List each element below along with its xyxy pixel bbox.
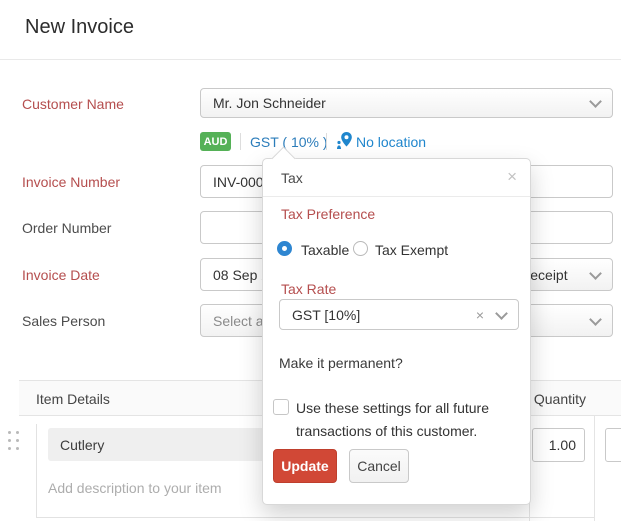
header-divider (0, 59, 621, 60)
order-number-label: Order Number (22, 220, 111, 236)
taxable-radio[interactable] (277, 241, 292, 256)
currency-badge: AUD (200, 132, 231, 151)
customer-name-value: Mr. Jon Schneider (213, 95, 326, 111)
tax-rate-select[interactable]: GST [10%] × (279, 299, 519, 330)
permanent-heading: Make it permanent? (279, 355, 403, 371)
tax-rate-label: Tax Rate (281, 281, 336, 297)
chevron-down-icon (589, 95, 602, 108)
item-details-header: Item Details (36, 391, 110, 407)
row-border (36, 517, 594, 518)
clear-icon[interactable]: × (476, 306, 484, 324)
quantity-input[interactable]: 1.00 (532, 428, 585, 462)
tax-link[interactable]: GST ( 10% ) (250, 134, 328, 150)
customer-name-select[interactable]: Mr. Jon Schneider (200, 88, 613, 118)
item-description-input[interactable]: Add description to your item (48, 480, 222, 496)
permanent-checkbox[interactable] (273, 399, 289, 415)
chevron-down-icon (589, 267, 602, 280)
popup-title: Tax (281, 170, 303, 186)
tax-exempt-radio-label[interactable]: Tax Exempt (375, 242, 448, 258)
tax-popup: Tax × Tax Preference Taxable Tax Exempt … (262, 158, 531, 505)
quantity-value: 1.00 (549, 437, 576, 453)
invoice-date-label: Invoice Date (22, 267, 100, 283)
new-invoice-page: New Invoice Customer Name Mr. Jon Schnei… (0, 0, 621, 521)
tax-exempt-radio[interactable] (353, 241, 368, 256)
invoice-number-label: Invoice Number (22, 174, 120, 190)
row-border (36, 424, 37, 517)
close-icon[interactable]: × (507, 168, 517, 185)
update-button[interactable]: Update (273, 449, 337, 483)
customer-name-label: Customer Name (22, 96, 124, 112)
divider (326, 133, 327, 150)
permanent-checkbox-label[interactable]: Use these settings for all future transa… (296, 397, 516, 443)
page-title: New Invoice (25, 16, 134, 39)
column-divider (594, 416, 595, 521)
item-name-value: Cutlery (60, 437, 104, 453)
taxable-radio-label[interactable]: Taxable (301, 242, 349, 258)
location-pin-icon (336, 131, 353, 153)
tax-rate-value: GST [10%] (292, 307, 360, 323)
divider (240, 133, 241, 150)
chevron-down-icon (495, 307, 508, 320)
chevron-down-icon (589, 313, 602, 326)
tax-preference-label: Tax Preference (281, 206, 375, 222)
rate-input[interactable] (605, 428, 621, 462)
cancel-button[interactable]: Cancel (349, 449, 409, 483)
location-link[interactable]: No location (356, 134, 426, 150)
popup-header: Tax (263, 159, 530, 197)
sales-person-label: Sales Person (22, 313, 105, 329)
drag-handle-icon[interactable] (8, 431, 23, 453)
